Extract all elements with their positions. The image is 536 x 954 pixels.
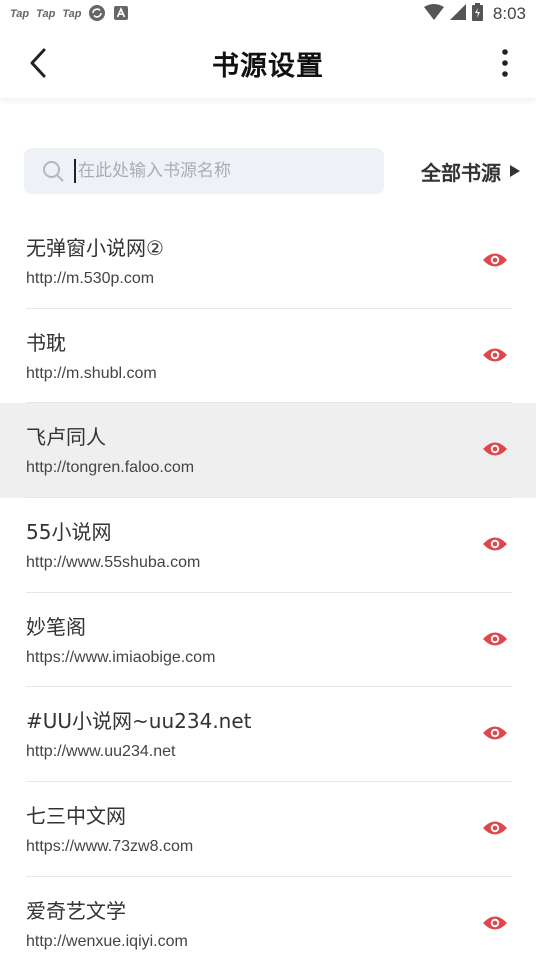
visibility-toggle[interactable] (482, 629, 508, 649)
source-url: http://m.shubl.com (26, 364, 157, 382)
visibility-toggle[interactable] (482, 439, 508, 459)
chevron-left-icon (30, 48, 46, 78)
eye-icon (483, 442, 507, 456)
source-url: http://www.55shuba.com (26, 554, 201, 572)
source-filter-label: 全部书源 (421, 160, 501, 185)
sync-icon (88, 4, 106, 25)
source-name: 妙笔阁 (26, 614, 86, 639)
eye-icon (483, 916, 507, 930)
search-box[interactable] (24, 148, 384, 194)
status-time: 8:03 (492, 4, 526, 23)
source-list-item[interactable]: 55小说网 http://www.55shuba.com (0, 498, 536, 593)
status-notifications: Tap Tap Tap (10, 4, 129, 25)
source-filter-dropdown[interactable]: 全部书源 (421, 157, 520, 186)
status-bar: Tap Tap Tap 8:03 (0, 0, 536, 28)
eye-icon (483, 726, 507, 740)
wifi-icon (423, 4, 444, 24)
source-url: https://www.imiaobige.com (26, 648, 216, 666)
eye-icon (483, 632, 507, 646)
visibility-toggle[interactable] (482, 818, 508, 838)
source-name: 55小说网 (26, 520, 112, 545)
source-url: https://www.73zw8.com (26, 838, 194, 856)
more-options-button[interactable] (496, 46, 514, 80)
battery-icon (471, 3, 483, 25)
eye-icon (483, 821, 507, 835)
source-name: 无弹窗小说网② (26, 236, 164, 260)
source-name: #UU小说网~uu234.net (26, 709, 252, 734)
visibility-toggle[interactable] (482, 913, 508, 933)
source-name: 飞卢同人 (26, 425, 106, 450)
app-bar: 书源设置 (0, 28, 536, 98)
back-button[interactable] (22, 46, 54, 80)
source-list-item[interactable]: 七三中文网 https://www.73zw8.com (0, 782, 536, 877)
source-name: 书耽 (26, 330, 66, 355)
source-list-item[interactable]: #UU小说网~uu234.net http://www.uu234.net (0, 687, 536, 782)
source-list-item[interactable]: 飞卢同人 http://tongren.faloo.com (0, 403, 536, 499)
source-list-item[interactable]: 爱奇艺文学 http://wenxue.iqiyi.com (0, 877, 536, 954)
visibility-toggle[interactable] (482, 345, 508, 365)
visibility-toggle[interactable] (482, 723, 508, 743)
visibility-toggle[interactable] (482, 534, 508, 554)
taptap-notification: Tap (62, 8, 82, 20)
source-list-item[interactable]: 无弹窗小说网② http://m.530p.com (0, 214, 536, 309)
source-name: 爱奇艺文学 (26, 898, 126, 923)
more-vertical-icon (502, 49, 508, 77)
search-input[interactable] (74, 159, 354, 183)
eye-icon (483, 253, 507, 267)
search-icon (43, 161, 64, 182)
caret-right-icon (510, 165, 520, 177)
source-url: http://tongren.faloo.com (26, 459, 195, 477)
source-url: http://m.530p.com (26, 270, 155, 287)
signal-icon (449, 4, 466, 24)
eye-icon (483, 537, 507, 551)
eye-icon (483, 348, 507, 362)
source-list-item[interactable]: 妙笔阁 https://www.imiaobige.com (0, 593, 536, 688)
source-url: http://www.uu234.net (26, 743, 176, 761)
source-name: 七三中文网 (26, 804, 126, 829)
visibility-toggle[interactable] (482, 250, 508, 270)
source-list: 无弹窗小说网② http://m.530p.com 书耽 http://m.sh… (0, 214, 536, 954)
a-badge-icon (113, 5, 129, 24)
page-title: 书源设置 (212, 50, 324, 82)
search-row: 全部书源 (24, 148, 520, 194)
status-system: 8:03 (423, 3, 526, 25)
source-url: http://wenxue.iqiyi.com (26, 932, 188, 950)
taptap-notification: Tap (10, 8, 30, 20)
taptap-notification: Tap (36, 8, 56, 20)
source-list-item[interactable]: 书耽 http://m.shubl.com (0, 309, 536, 404)
